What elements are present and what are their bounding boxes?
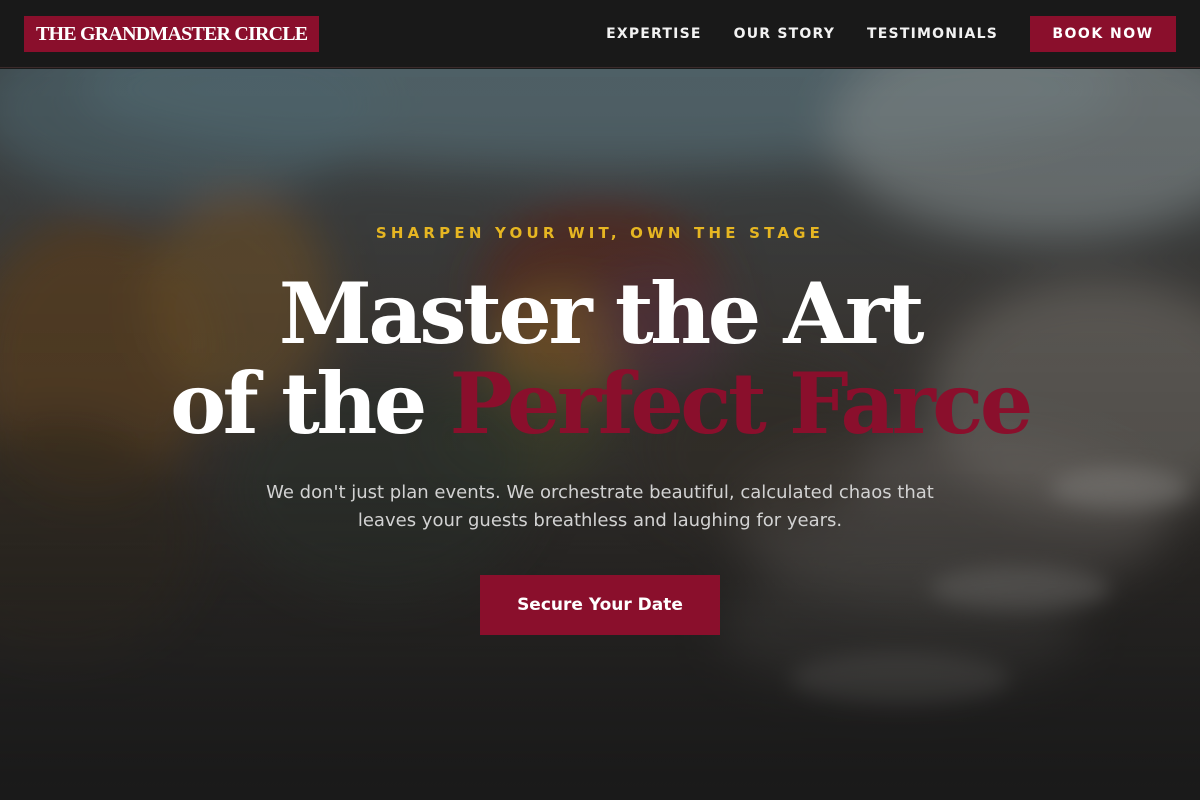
nav-link-expertise[interactable]: EXPERTISE — [606, 26, 702, 42]
headline-line-1: Master the Art — [278, 264, 925, 363]
hero-headline: Master the Art of the Perfect Farce — [0, 269, 1200, 449]
hero-section: SHARPEN YOUR WIT, OWN THE STAGE Master t… — [0, 69, 1200, 800]
hero-subtext: We don't just plan events. We orchestrat… — [266, 482, 934, 531]
site-header: THE GRANDMASTER CIRCLE EXPERTISE OUR STO… — [0, 0, 1200, 68]
headline-accent: Perfect Farce — [449, 354, 1034, 453]
headline-line-2: of the Perfect Farce — [0, 359, 1200, 449]
nav-link-our-story[interactable]: OUR STORY — [734, 26, 835, 42]
hero-eyebrow: SHARPEN YOUR WIT, OWN THE STAGE — [375, 224, 825, 242]
secure-your-date-button[interactable]: Secure Your Date — [480, 575, 720, 635]
headline-line-2-prefix: of the — [170, 354, 450, 453]
nav-link-testimonials[interactable]: TESTIMONIALS — [867, 26, 998, 42]
primary-nav: EXPERTISE OUR STORY TESTIMONIALS BOOK NO… — [606, 16, 1176, 52]
book-now-button[interactable]: BOOK NOW — [1030, 16, 1176, 52]
hero-content: SHARPEN YOUR WIT, OWN THE STAGE Master t… — [0, 69, 1200, 800]
brand-logo[interactable]: THE GRANDMASTER CIRCLE — [24, 16, 320, 52]
